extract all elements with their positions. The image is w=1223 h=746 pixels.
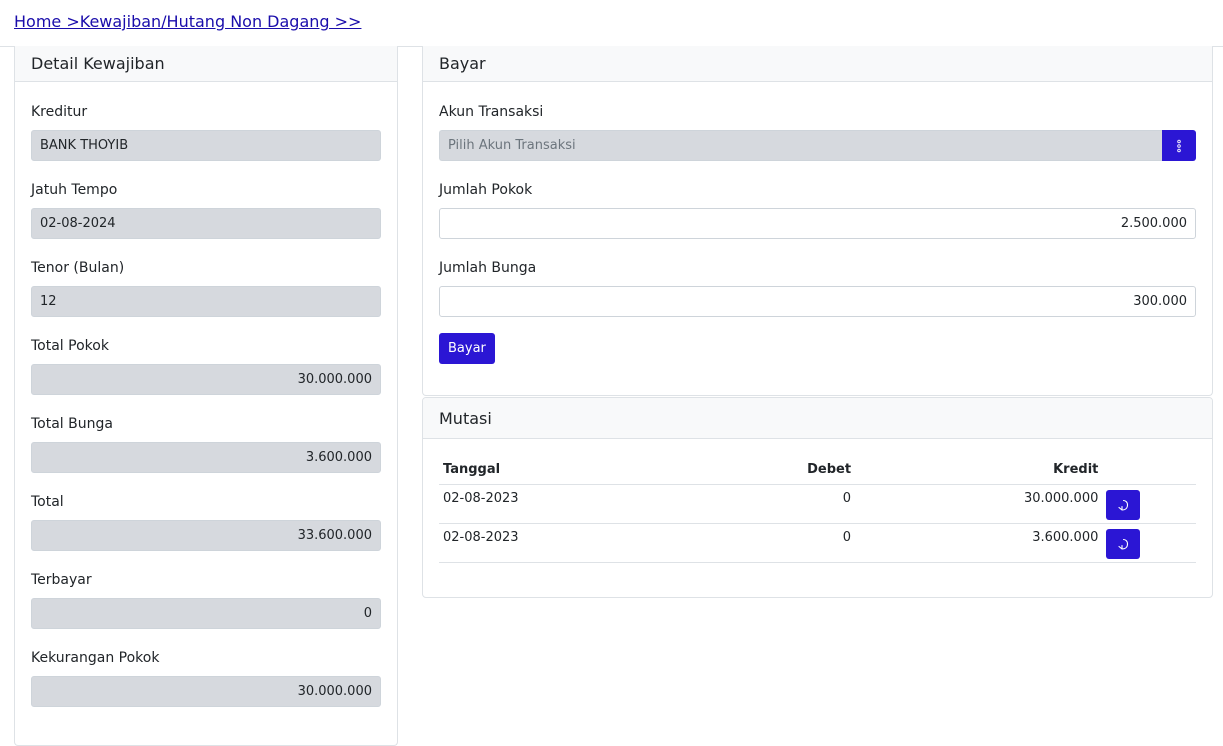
col-tanggal-header: Tanggal [439, 454, 641, 485]
jatuh-tempo-field[interactable]: 02-08-2024 [31, 208, 381, 239]
undo-button[interactable] [1106, 529, 1141, 559]
row-kredit: 3.600.000 [855, 523, 1103, 563]
col-action-header [1102, 454, 1196, 485]
mutasi-header-row: Tanggal Debet Kredit [439, 454, 1196, 485]
detail-kewajiban-header: Detail Kewajiban [15, 46, 397, 82]
bayar-button-label: Bayar [448, 341, 486, 356]
akun-transaksi-label: Akun Transaksi [439, 104, 544, 120]
mutasi-card: Mutasi Tanggal Debet Kredit 02-08-2023 0… [422, 397, 1213, 598]
detail-kewajiban-card: Detail Kewajiban Kreditur BANK THOYIB Ja… [14, 46, 398, 746]
jumlah-pokok-input[interactable]: 2.500.000 [439, 208, 1196, 239]
total-bunga-field[interactable]: 3.600.000 [31, 442, 381, 473]
col-debet-header: Debet [640, 454, 856, 485]
bayar-header: Bayar [423, 46, 1212, 82]
jumlah-bunga-value: 300.000 [1133, 294, 1187, 309]
total-bunga-value: 3.600.000 [305, 450, 372, 465]
total-pokok-field[interactable]: 30.000.000 [31, 364, 381, 395]
row-tanggal: 02-08-2023 [439, 523, 641, 563]
terbayar-value: 0 [363, 606, 372, 621]
jumlah-pokok-label: Jumlah Pokok [439, 182, 533, 198]
mutasi-title: Mutasi [439, 408, 492, 428]
tenor-field[interactable]: 12 [31, 286, 381, 317]
bayar-card: Bayar Akun Transaksi Pilih Akun Transaks… [422, 46, 1213, 396]
total-pokok-label: Total Pokok [31, 338, 109, 354]
akun-transaksi-input[interactable]: Pilih Akun Transaksi [439, 130, 1162, 161]
mutasi-table: Tanggal Debet Kredit 02-08-2023 0 30.000… [439, 454, 1196, 563]
total-pokok-value: 30.000.000 [297, 372, 372, 387]
row-kredit: 30.000.000 [855, 484, 1103, 524]
kreditur-field[interactable]: BANK THOYIB [31, 130, 381, 161]
kreditur-value: BANK THOYIB [40, 138, 129, 153]
total-field[interactable]: 33.600.000 [31, 520, 381, 551]
table-row: 02-08-2023 0 3.600.000 [439, 523, 1196, 563]
row-debet: 0 [640, 484, 856, 524]
jumlah-pokok-value: 2.500.000 [1120, 216, 1187, 231]
mutasi-header: Mutasi [423, 398, 1212, 439]
kekurangan-pokok-label: Kekurangan Pokok [31, 650, 160, 666]
akun-transaksi-placeholder: Pilih Akun Transaksi [448, 138, 576, 153]
terbayar-field[interactable]: 0 [31, 598, 381, 629]
col-kredit-header: Kredit [855, 454, 1103, 485]
undo-icon [1118, 499, 1129, 511]
jumlah-bunga-input[interactable]: 300.000 [439, 286, 1196, 317]
undo-button[interactable] [1106, 490, 1141, 520]
tenor-value: 12 [40, 294, 57, 309]
jumlah-bunga-label: Jumlah Bunga [439, 260, 537, 276]
akun-picker-button[interactable] [1162, 130, 1196, 161]
jatuh-tempo-label: Jatuh Tempo [31, 182, 118, 198]
total-label: Total [31, 494, 64, 510]
breadcrumb[interactable]: Home >Kewajiban/Hutang Non Dagang >> [14, 12, 361, 31]
jatuh-tempo-value: 02-08-2024 [40, 216, 116, 231]
bayar-title: Bayar [439, 54, 486, 73]
row-action [1102, 484, 1196, 524]
kreditur-label: Kreditur [31, 104, 88, 120]
detail-kewajiban-title: Detail Kewajiban [31, 54, 165, 73]
total-bunga-label: Total Bunga [31, 416, 113, 432]
tenor-label: Tenor (Bulan) [31, 260, 125, 276]
row-debet: 0 [640, 523, 856, 563]
row-action [1102, 523, 1196, 563]
terbayar-label: Terbayar [31, 572, 92, 588]
total-value: 33.600.000 [297, 528, 372, 543]
akun-transaksi-group: Pilih Akun Transaksi [439, 130, 1196, 161]
undo-icon [1118, 538, 1129, 550]
bayar-button[interactable]: Bayar [439, 333, 495, 364]
row-tanggal: 02-08-2023 [439, 484, 641, 524]
table-row: 02-08-2023 0 30.000.000 [439, 484, 1196, 524]
more-vertical-icon [1177, 139, 1181, 152]
